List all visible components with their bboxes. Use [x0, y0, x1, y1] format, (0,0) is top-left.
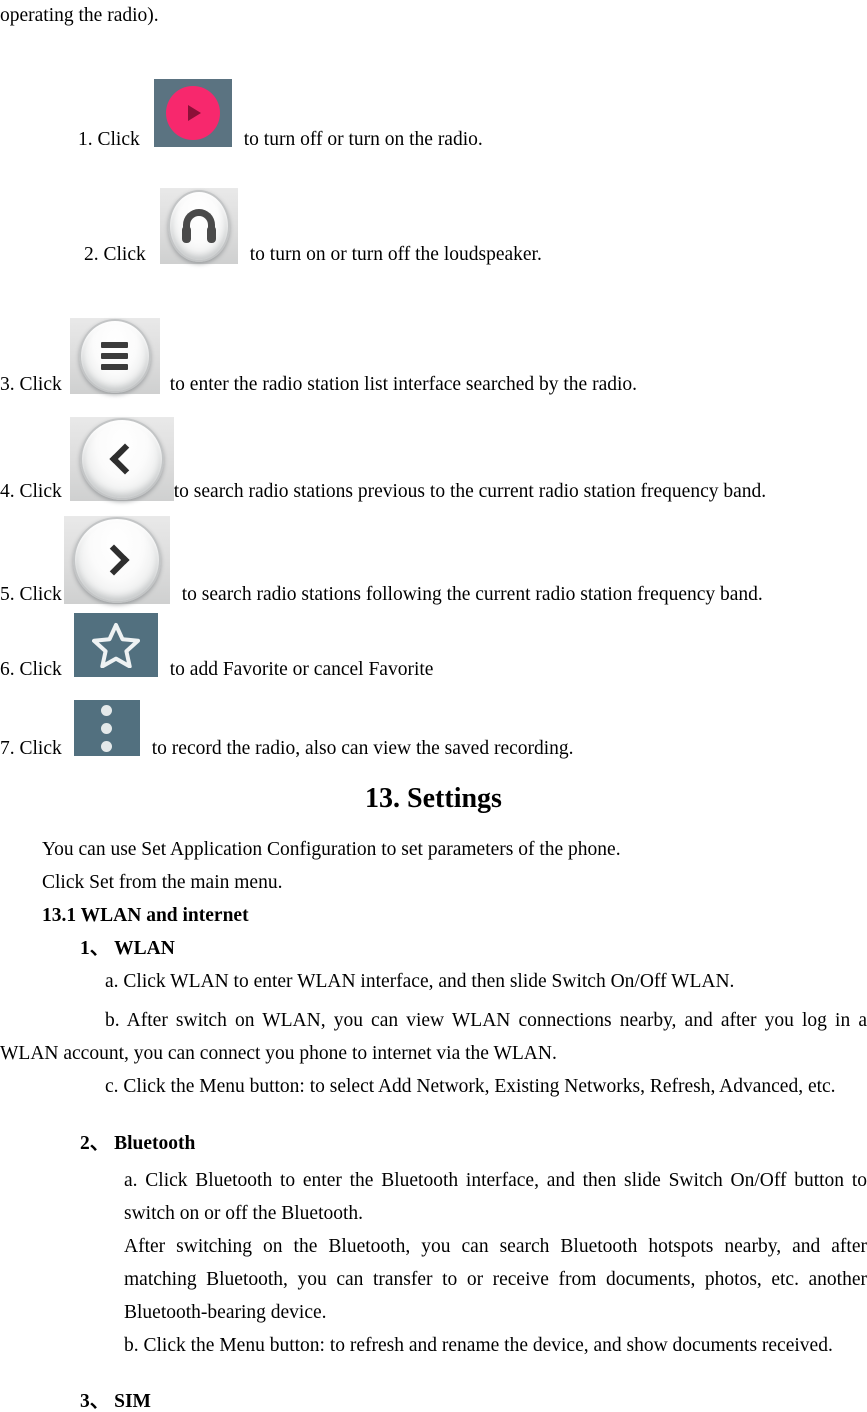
radio-step-3-tail: to enter the radio station list interfac… — [169, 373, 638, 395]
previous-station-chevron-left-icon[interactable] — [69, 417, 174, 501]
bluetooth-description: After switching on the Bluetooth, you ca… — [124, 1236, 867, 1323]
radio-step-1-lead: 1. Click — [78, 128, 140, 150]
three-dots-glyph — [101, 704, 113, 752]
wlan-point-c: c. Click the Menu button: to select Add … — [105, 1076, 836, 1097]
continuation-text: operating the radio). — [0, 5, 159, 26]
chapter-intro-line-2: Click Set from the main menu. — [42, 872, 283, 893]
bluetooth-point-b: b. Click the Menu button: to refresh and… — [124, 1335, 833, 1356]
radio-step-3-lead: 3. Click — [0, 373, 62, 395]
chapter-heading: 13. Settings — [365, 783, 502, 814]
radio-step-5: 5. Click to search radio stations follow… — [0, 516, 763, 604]
radio-step-5-tail: to search radio stations following the c… — [181, 583, 763, 605]
radio-step-4: 4. Click to search radio stations previo… — [0, 417, 766, 501]
radio-step-3: 3. Click to enter the radio station list… — [0, 318, 637, 394]
play-triangle-shape — [188, 105, 202, 121]
radio-step-6-tail: to add Favorite or cancel Favorite — [169, 658, 434, 680]
radio-step-1: 1. Click to turn off or turn on the radi… — [78, 79, 483, 149]
favorite-star-icon[interactable] — [73, 613, 158, 677]
chevron-left-glyph — [109, 443, 141, 475]
headphone-glyph — [179, 209, 219, 243]
star-outline-glyph — [91, 623, 140, 668]
wlan-point-a: a. Click WLAN to enter WLAN interface, a… — [105, 971, 735, 992]
radio-step-2: 2. Click to turn on or turn off the loud… — [84, 188, 542, 264]
radio-step-7-tail: to record the radio, also can view the s… — [151, 737, 574, 759]
section-heading-13-1: 13.1 WLAN and internet — [42, 905, 249, 926]
oval-button-shape — [79, 418, 164, 500]
radio-step-6-lead: 6. Click — [0, 658, 62, 680]
list-item-2-bluetooth: 2、 Bluetooth — [80, 1133, 196, 1154]
pink-circle-shape — [165, 86, 220, 140]
station-list-menu-icon[interactable] — [69, 318, 160, 394]
radio-step-1-tail: to turn off or turn on the radio. — [243, 128, 483, 150]
radio-step-5-lead: 5. Click — [0, 583, 62, 605]
hamburger-glyph — [101, 342, 129, 370]
oval-button-shape — [78, 319, 151, 393]
radio-power-play-icon[interactable] — [153, 79, 232, 147]
manual-page: operating the radio). 1. Click to turn o… — [0, 0, 867, 1411]
next-station-chevron-right-icon[interactable] — [63, 516, 170, 604]
chapter-intro-line-1: You can use Set Application Configuratio… — [42, 839, 621, 860]
oval-button-shape — [72, 517, 161, 603]
radio-step-2-lead: 2. Click — [84, 243, 146, 265]
radio-step-6: 6. Click to add Favorite or cancel Favor… — [0, 613, 433, 679]
list-item-1-wlan: 1、 WLAN — [80, 938, 175, 959]
loudspeaker-headphone-icon[interactable] — [159, 188, 238, 264]
oval-button-shape — [167, 190, 230, 262]
overflow-three-dots-icon[interactable] — [73, 700, 140, 756]
radio-step-7: 7. Click to record the radio, also can v… — [0, 700, 574, 758]
wlan-point-b: b. After switch on WLAN, you can view WL… — [0, 1010, 867, 1064]
chevron-right-glyph — [98, 544, 130, 576]
list-item-3-sim: 3、 SIM — [80, 1391, 151, 1412]
radio-step-7-lead: 7. Click — [0, 737, 62, 759]
bluetooth-point-a: a. Click Bluetooth to enter the Bluetoot… — [124, 1170, 867, 1224]
radio-step-4-tail: to search radio stations previous to the… — [173, 480, 767, 502]
radio-step-4-lead: 4. Click — [0, 480, 62, 502]
radio-step-2-tail: to turn on or turn off the loudspeaker. — [249, 243, 542, 265]
